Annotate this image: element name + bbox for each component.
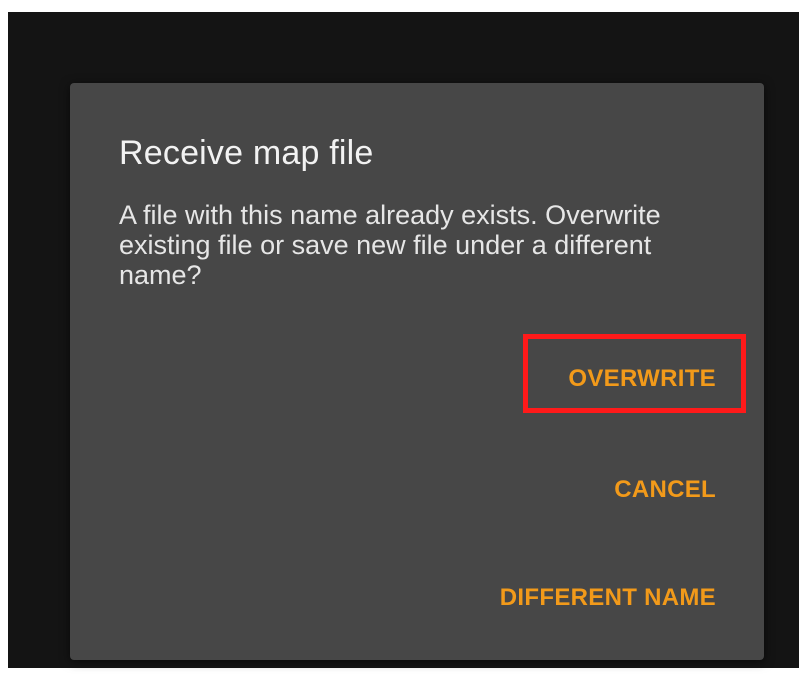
- screen-backdrop: Receive map file A file with this name a…: [8, 12, 799, 668]
- dialog-title: Receive map file: [119, 134, 374, 172]
- dialog-message: A file with this name already exists. Ov…: [119, 200, 661, 290]
- receive-map-file-dialog: Receive map file A file with this name a…: [70, 83, 764, 660]
- overwrite-button[interactable]: OVERWRITE: [568, 365, 716, 393]
- cancel-button[interactable]: CANCEL: [614, 476, 716, 504]
- different-name-button[interactable]: DIFFERENT NAME: [500, 584, 716, 612]
